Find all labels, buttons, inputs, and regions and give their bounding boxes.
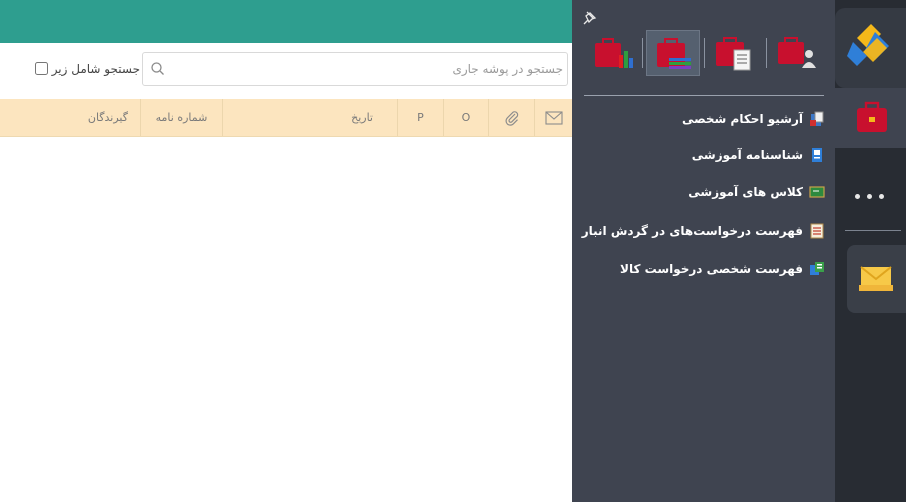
sidebar-divider <box>845 230 901 231</box>
flyout-panel: آرشیو احکام شخصی شناسنامه آموزشی کلاس ها… <box>572 0 835 502</box>
column-o[interactable]: O <box>443 99 488 136</box>
briefcase-icon <box>857 101 887 132</box>
menu-item-personal-orders-archive[interactable]: آرشیو احکام شخصی <box>580 107 825 131</box>
briefcase-layers-icon <box>657 38 691 69</box>
app-logo[interactable] <box>835 8 906 88</box>
search-box[interactable] <box>142 52 568 86</box>
table-header: گیرندگان شماره نامه تاریخ P O <box>0 99 572 137</box>
menu-item-personal-goods-requests[interactable]: فهرست شخصی درخواست کالا <box>580 257 825 281</box>
column-attachment[interactable] <box>488 99 534 136</box>
menu-item-training-profile[interactable]: شناسنامه آموزشی <box>580 143 825 167</box>
sidebar-mail[interactable] <box>847 245 906 313</box>
briefcase-chart-icon <box>595 38 633 68</box>
paperclip-icon <box>504 111 518 126</box>
right-sidebar <box>835 0 906 502</box>
include-subfolders-label: جستجو شامل زیر <box>51 61 140 76</box>
goods-request-icon <box>810 262 824 275</box>
briefcase-user-button[interactable] <box>770 30 824 76</box>
archive-icon <box>810 111 824 126</box>
id-card-icon <box>812 148 822 162</box>
search-icon[interactable] <box>149 60 167 78</box>
more-icon <box>855 184 891 203</box>
search-row: جستجو شامل زیر <box>0 51 572 91</box>
briefcase-chart-button[interactable] <box>586 30 640 76</box>
menu-item-warehouse-requests[interactable]: فهرست درخواست‌های در گردش انبار <box>580 219 825 243</box>
column-recipients[interactable]: گیرندگان <box>0 99 140 136</box>
menu-item-label: کلاس های آموزشی <box>688 185 803 199</box>
briefcase-layers-button[interactable] <box>646 30 700 76</box>
include-subfolders-checkbox[interactable] <box>34 62 48 75</box>
menu-item-training-classes[interactable]: کلاس های آموزشی <box>580 180 825 204</box>
envelope-icon <box>544 111 563 125</box>
briefcase-document-icon <box>716 37 751 71</box>
column-p[interactable]: P <box>397 99 443 136</box>
sidebar-more[interactable] <box>835 160 906 216</box>
briefcase-user-icon <box>778 37 816 68</box>
column-date[interactable]: تاریخ <box>222 99 397 136</box>
search-input[interactable] <box>171 53 567 85</box>
menu-item-label: آرشیو احکام شخصی <box>681 112 803 126</box>
app-logo-icon <box>847 24 889 66</box>
menu-item-label: شناسنامه آموزشی <box>691 148 803 162</box>
column-mail[interactable] <box>534 99 572 136</box>
list-document-icon <box>810 223 824 239</box>
mail-icon <box>859 266 893 291</box>
classroom-icon <box>809 186 825 198</box>
menu-item-label: فهرست درخواست‌های در گردش انبار <box>581 224 803 238</box>
module-icon-strip <box>584 30 824 76</box>
pin-icon[interactable] <box>582 10 598 26</box>
menu-item-label: فهرست شخصی درخواست کالا <box>620 262 803 276</box>
sidebar-briefcase[interactable] <box>835 88 906 148</box>
briefcase-document-button[interactable] <box>708 30 762 76</box>
column-letter-number[interactable]: شماره نامه <box>140 99 222 136</box>
flyout-divider <box>584 95 824 96</box>
include-subfolders-option[interactable]: جستجو شامل زیر <box>0 61 140 81</box>
top-header-bar <box>0 0 572 43</box>
column-date-label: تاریخ <box>351 111 373 124</box>
